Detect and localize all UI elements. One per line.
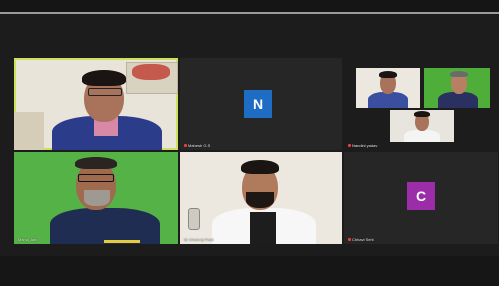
participant-avatar: N [244,90,272,118]
participant-name-text: Nandini yadav [352,143,378,148]
participant-hair [379,71,397,78]
participant-hair [414,111,430,117]
participant-hair [241,160,279,174]
glasses [88,88,122,96]
participant-hair [82,70,126,86]
participant-body [438,92,478,108]
shirt-inner [250,212,276,244]
muted-mic-icon [184,144,187,147]
participant-body [50,208,160,244]
window-top-bar [0,0,499,14]
participant-body [404,130,440,142]
participant-name: Chhavi Sehi [348,237,374,242]
background-picture [132,64,170,80]
beard [84,190,110,206]
sub-video-2 [424,68,490,108]
participant-name-text: Mahesh G.S [188,143,211,148]
participant-body [368,92,408,108]
participant-tile-1[interactable] [14,58,178,150]
participant-tile-2[interactable]: N Mahesh G.S [180,58,342,150]
glasses [78,174,114,182]
muted-mic-icon [348,144,351,147]
participant-hair [450,71,468,77]
sub-video-3 [390,110,454,142]
participant-name: Dr Dhanraj Patel [184,237,214,242]
background-shelf [14,112,44,150]
participant-tile-4[interactable]: Manoj Jain [14,152,178,244]
participant-name: Manoj Jain [18,237,38,242]
beard [246,192,274,208]
participant-hair [75,157,117,169]
meeting-controls-bar [0,256,499,286]
participant-name: Mahesh G.S [184,143,210,148]
sub-video-1 [356,68,420,108]
participant-tile-6[interactable]: C Chhavi Sehi [344,152,498,244]
participant-tile-5[interactable]: Dr Dhanraj Patel [180,152,342,244]
video-conference-screen: N Mahesh G.S Nandini yadav Manoj Jain Dr… [0,0,499,286]
background-lamp [188,208,200,230]
participant-tile-3[interactable]: Nandini yadav [344,58,498,150]
lanyard [104,240,140,243]
participant-name: Nandini yadav [348,143,377,148]
participant-avatar: C [407,182,435,210]
participant-name-text: Chhavi Sehi [352,237,374,242]
muted-mic-icon [348,238,351,241]
